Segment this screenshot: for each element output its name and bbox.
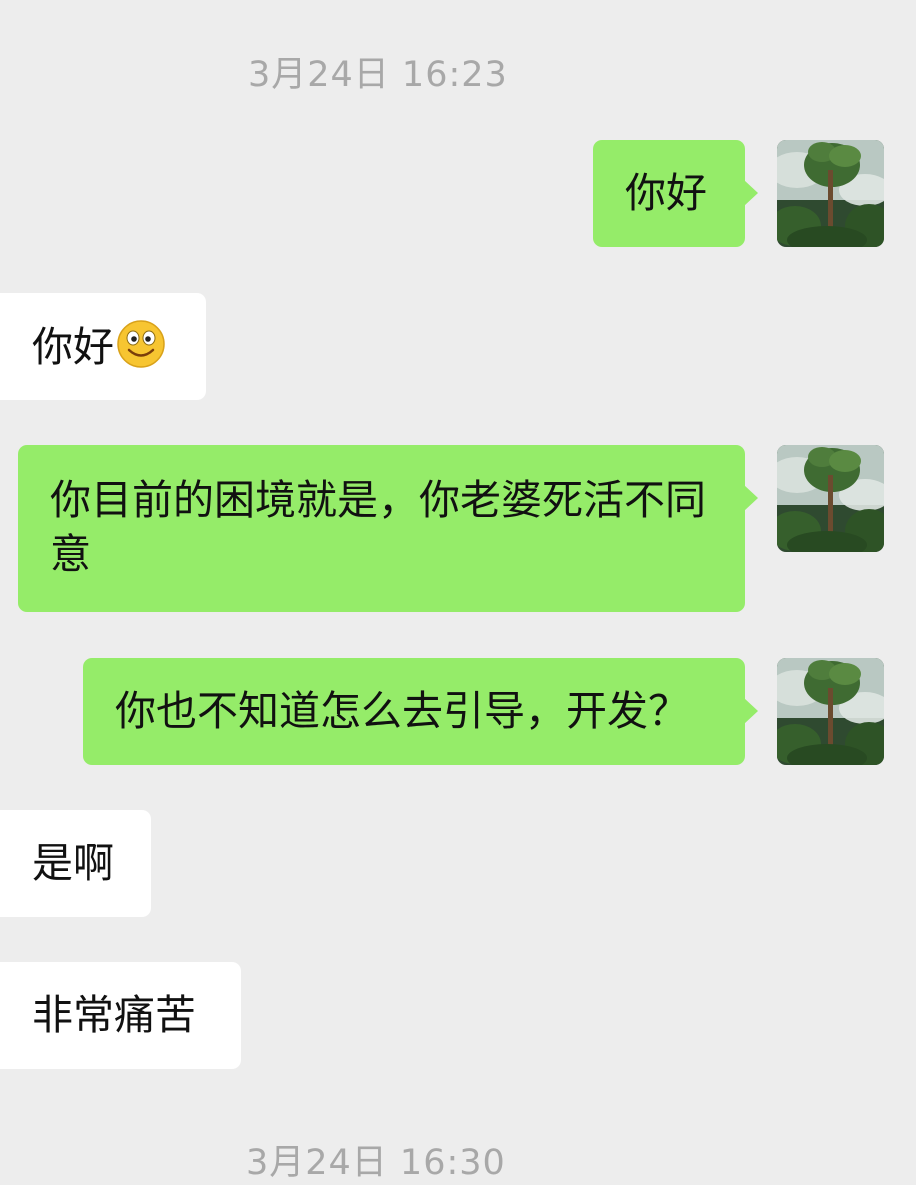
message-text: 非常痛苦 xyxy=(32,991,196,1039)
message-text: 你好 xyxy=(625,169,707,217)
message-bubble-incoming[interactable]: 你好 xyxy=(0,293,206,400)
message-text: 你好 xyxy=(32,323,114,371)
message-bubble-incoming[interactable]: 非常痛苦 xyxy=(0,962,241,1069)
smile-emoji-icon xyxy=(116,319,166,382)
timestamp: 3月24日 16:23 xyxy=(248,55,508,95)
user-avatar-icon[interactable] xyxy=(777,658,884,765)
message-bubble-outgoing[interactable]: 你也不知道怎么去引导，开发？ xyxy=(83,658,758,765)
user-avatar-icon[interactable] xyxy=(777,445,884,552)
message-bubble-outgoing[interactable]: 你好 xyxy=(593,140,758,247)
message-text: 是啊 xyxy=(32,839,114,887)
message-text: 你也不知道怎么去引导，开发？ xyxy=(115,687,689,735)
timestamp: 3月24日 16:30 xyxy=(246,1143,506,1183)
message-bubble-outgoing[interactable]: 你目前的困境就是，你老婆死活不同意 xyxy=(18,445,758,612)
user-avatar-icon[interactable] xyxy=(777,140,884,247)
message-bubble-incoming[interactable]: 是啊 xyxy=(0,810,151,917)
message-text: 你目前的困境就是，你老婆死活不同意 xyxy=(50,476,706,578)
